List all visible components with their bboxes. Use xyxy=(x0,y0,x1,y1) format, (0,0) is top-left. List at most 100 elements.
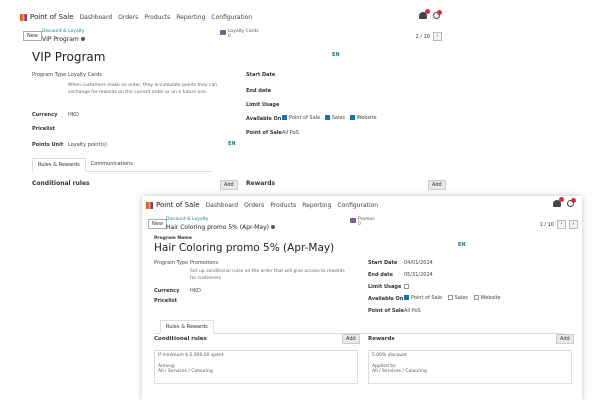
breadcrumb-current-label: Hair Coloring promo 5% (Apr-May) xyxy=(166,224,269,231)
lang-badge[interactable]: EN xyxy=(458,242,466,248)
nav-reporting[interactable]: Reporting xyxy=(176,14,205,21)
app-name[interactable]: Point of Sale xyxy=(30,13,74,21)
top-navbar: Point of Sale Dashboard Orders Products … xyxy=(20,8,448,26)
available-on-options: Point of Sale Sales Website xyxy=(404,295,501,301)
start-date-label: Start Date xyxy=(368,260,398,266)
program-type-help: Set up conditional rules on the order th… xyxy=(190,269,345,281)
add-rule-button[interactable]: Add xyxy=(342,334,360,344)
app-name[interactable]: Point of Sale xyxy=(156,201,200,209)
pos-app-icon xyxy=(146,201,153,209)
reward-discount: 5.00% discount xyxy=(372,353,407,358)
nav-dashboard[interactable]: Dashboard xyxy=(80,14,113,21)
clock-icon[interactable] xyxy=(433,10,442,19)
conditional-rules-heading: Conditional rules xyxy=(154,336,207,342)
end-date-value[interactable]: 05/31/2024 xyxy=(404,272,433,278)
nav-orders[interactable]: Orders xyxy=(118,14,138,21)
website-option-label: Website xyxy=(356,115,377,121)
pos-checkbox[interactable] xyxy=(282,115,287,120)
points-unit-value[interactable]: Loyalty point(s) xyxy=(68,142,107,148)
start-date-label: Start Date xyxy=(246,72,276,78)
nav-dashboard[interactable]: Dashboard xyxy=(206,202,239,209)
tag-icon xyxy=(220,30,226,35)
program-type-label: Program Type xyxy=(154,260,189,266)
sales-checkbox[interactable] xyxy=(324,115,330,120)
bell-icon[interactable] xyxy=(553,197,564,207)
rule-card[interactable]: If minimum $ 2,000.00 spent Among: All /… xyxy=(154,350,358,384)
currency-value[interactable]: HKD xyxy=(68,112,79,118)
nav-products[interactable]: Products xyxy=(270,202,296,209)
pos-option-label: Point of Sale xyxy=(411,295,443,301)
reward-applied-value: All / Services / Colouring xyxy=(372,369,427,374)
new-button[interactable]: New xyxy=(148,219,167,229)
pager-prev-button[interactable]: ‹ xyxy=(557,220,566,229)
breadcrumb-current: Hair Coloring promo 5% (Apr-May) xyxy=(166,224,275,231)
currency-label: Currency xyxy=(154,288,180,294)
loyalty-cards-smart-button[interactable]: Loyalty Cards 0 xyxy=(220,29,259,39)
tab-rules-rewards[interactable]: Rules & Rewards xyxy=(32,158,86,172)
conditional-rules-heading: Conditional rules xyxy=(32,180,90,187)
points-unit-label: Points Unit xyxy=(32,142,64,148)
program-title[interactable]: VIP Program xyxy=(32,50,105,64)
promos-smart-button[interactable]: Promos 0 xyxy=(350,217,375,227)
currency-value[interactable]: HKD xyxy=(190,288,201,294)
program-type-value[interactable]: Loyalty Cards xyxy=(68,72,102,78)
website-option-label: Website xyxy=(480,295,501,301)
add-reward-button[interactable]: Add xyxy=(556,334,574,344)
reward-card[interactable]: 5.00% discount Applied to: All / Service… xyxy=(368,350,572,384)
window-vip-program: Point of Sale Dashboard Orders Products … xyxy=(20,8,448,196)
points-unit-lang-badge[interactable]: EN xyxy=(228,141,236,147)
clock-icon[interactable] xyxy=(567,198,576,207)
limit-usage-label: Limit Usage xyxy=(246,102,280,108)
nav-configuration[interactable]: Configuration xyxy=(211,14,252,21)
control-panel: New Discount & Loyalty Hair Coloring pro… xyxy=(142,214,582,236)
add-reward-button[interactable]: Add xyxy=(428,180,446,190)
program-type-value[interactable]: Promotions xyxy=(190,260,218,266)
limit-usage-checkbox[interactable] xyxy=(404,284,409,289)
form-sheet: VIP Program EN Program Type Loyalty Card… xyxy=(32,50,446,196)
pricelist-label: Pricelist xyxy=(154,298,177,304)
pricelist-label: Pricelist xyxy=(32,126,55,132)
gear-icon[interactable] xyxy=(80,37,85,41)
new-button[interactable]: New xyxy=(23,31,42,41)
nav-products[interactable]: Products xyxy=(144,14,170,21)
program-title[interactable]: Hair Coloring promo 5% (Apr-May) xyxy=(154,242,334,254)
program-type-label: Program Type xyxy=(32,72,67,78)
sales-option-label: Sales xyxy=(454,295,469,301)
breadcrumb-current: VIP Program xyxy=(42,36,85,43)
nav-orders[interactable]: Orders xyxy=(244,202,264,209)
notification-badge xyxy=(425,9,430,14)
website-checkbox[interactable] xyxy=(349,115,355,120)
point-of-sale-value[interactable]: All PoS xyxy=(404,308,421,314)
gear-icon[interactable] xyxy=(271,225,275,229)
pager-next-button[interactable]: › xyxy=(569,220,578,229)
rule-among-value: All / Services / Colouring xyxy=(158,369,213,374)
point-of-sale-label: Point of Sale xyxy=(368,308,404,314)
breadcrumb-parent[interactable]: Discount & Loyalty xyxy=(42,29,84,34)
point-of-sale-value[interactable]: All PoS xyxy=(282,130,299,136)
tag-icon xyxy=(350,218,356,223)
pager-prev-button[interactable]: ‹ xyxy=(433,32,442,41)
sales-checkbox[interactable] xyxy=(447,295,453,300)
available-on-options: Point of Sale Sales Website xyxy=(282,115,377,121)
top-navbar: Point of Sale Dashboard Orders Products … xyxy=(142,196,582,214)
pos-checkbox[interactable] xyxy=(404,295,409,300)
website-checkbox[interactable] xyxy=(473,295,479,300)
lang-badge[interactable]: EN xyxy=(332,52,340,58)
nav-reporting[interactable]: Reporting xyxy=(302,202,331,209)
smart-button-count: 0 xyxy=(358,222,361,227)
nav-configuration[interactable]: Configuration xyxy=(337,202,378,209)
activity-badge xyxy=(437,10,442,15)
bell-icon[interactable] xyxy=(419,9,430,19)
point-of-sale-label: Point of Sale xyxy=(246,130,282,136)
available-on-label: Available On xyxy=(246,116,282,122)
control-panel: New Discount & Loyalty VIP Program Loyal… xyxy=(20,26,448,48)
tab-rules-rewards[interactable]: Rules & Rewards xyxy=(160,320,214,334)
activity-badge xyxy=(571,198,576,203)
breadcrumb-current-label: VIP Program xyxy=(42,36,79,43)
add-rule-button[interactable]: Add xyxy=(220,180,238,190)
tab-communications[interactable]: Communications xyxy=(86,158,138,171)
breadcrumb-parent[interactable]: Discount & Loyalty xyxy=(166,217,208,222)
start-date-value[interactable]: 04/01/2024 xyxy=(404,260,433,266)
pager-value: 2 / 10 xyxy=(415,33,430,40)
program-type-help: When customers make an order, they accum… xyxy=(68,83,218,95)
